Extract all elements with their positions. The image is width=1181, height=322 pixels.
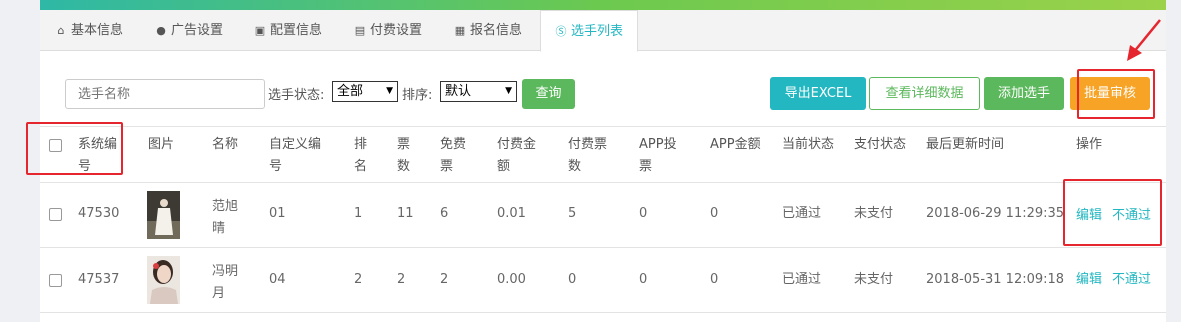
contestant-photo	[147, 191, 180, 239]
status-select[interactable]: 全部 ▼	[332, 81, 398, 102]
annotation-box-batch-review	[1077, 69, 1155, 119]
caret-down-icon: ▼	[386, 86, 393, 96]
row-checkbox[interactable]	[49, 274, 62, 287]
tab-bar: ⌂ 基本信息 ● 广告设置 ▣ 配置信息 ▤ 付费设置 ▦ 报名信息 Ⓢ 选手列表	[40, 10, 1166, 52]
form-icon: ▦	[454, 24, 466, 37]
col-header-rank: 排名	[354, 137, 368, 174]
tab-payment-settings[interactable]: ▤ 付费设置	[354, 10, 422, 50]
add-contestant-button[interactable]: 添加选手	[984, 77, 1064, 110]
save-icon: ▣	[254, 24, 266, 37]
cell-current-status: 已通过	[782, 272, 822, 287]
circle-arrow-icon: ●	[156, 24, 166, 37]
row-divider	[40, 312, 1166, 313]
contestant-photo	[147, 256, 180, 304]
cell-paid-votes: 5	[568, 206, 577, 221]
name-search-field[interactable]	[65, 79, 265, 109]
export-excel-button[interactable]: 导出EXCEL	[770, 77, 866, 110]
row-divider	[40, 247, 1166, 248]
cell-app-amount: 0	[710, 272, 719, 287]
col-header-image: 图片	[148, 137, 175, 152]
cell-app-amount: 0	[710, 206, 719, 221]
cell-id: 47530	[78, 206, 120, 221]
col-header-app-amount: APP金额	[710, 137, 761, 152]
status-label: 选手状态:	[268, 88, 325, 103]
tab-signup-info[interactable]: ▦ 报名信息	[454, 10, 522, 50]
tab-config-info[interactable]: ▣ 配置信息	[254, 10, 322, 50]
cell-paid-amount: 0.01	[497, 206, 526, 221]
query-button[interactable]: 查询	[522, 79, 575, 109]
col-header-current-status: 当前状态	[782, 137, 835, 152]
col-header-name: 名称	[212, 137, 239, 152]
cell-free-votes: 2	[440, 272, 449, 287]
cell-current-status: 已通过	[782, 206, 822, 221]
cell-rank: 2	[354, 272, 363, 287]
skype-icon: Ⓢ	[555, 25, 567, 38]
edit-link[interactable]: 编辑	[1076, 269, 1102, 291]
sort-select-value: 默认	[445, 84, 472, 99]
cell-updated: 2018-06-29 11:29:35	[926, 206, 1065, 221]
name-search-input[interactable]	[66, 80, 264, 108]
cell-votes: 11	[397, 206, 414, 221]
cell-updated: 2018-05-31 12:09:18	[926, 272, 1065, 287]
col-header-free-votes: 免费票	[440, 137, 467, 174]
col-header-paid-votes: 付费票数	[568, 137, 608, 174]
sort-label: 排序:	[402, 88, 433, 103]
sort-select[interactable]: 默认 ▼	[440, 81, 517, 102]
reject-link[interactable]: 不通过	[1112, 269, 1151, 291]
col-header-pay-status: 支付状态	[854, 137, 907, 152]
cell-app-votes: 0	[639, 206, 648, 221]
caret-down-icon: ▼	[505, 86, 512, 96]
tab-label: 报名信息	[470, 23, 523, 38]
cell-custom-no: 01	[269, 206, 286, 221]
cell-id: 47537	[78, 272, 120, 287]
cell-name: 范旭晴	[212, 199, 239, 236]
tab-label: 基本信息	[71, 23, 124, 38]
col-header-actions: 操作	[1076, 137, 1103, 152]
tab-contestant-list[interactable]: Ⓢ 选手列表	[540, 10, 639, 52]
col-header-app-votes: APP投票	[639, 137, 677, 174]
table-top-border	[40, 126, 1166, 127]
cell-paid-amount: 0.00	[497, 272, 526, 287]
cell-app-votes: 0	[639, 272, 648, 287]
tab-basic-info[interactable]: ⌂ 基本信息	[55, 10, 124, 50]
annotation-box-select-all	[26, 122, 123, 175]
cell-custom-no: 04	[269, 272, 286, 287]
annotation-arrow-icon	[1127, 19, 1161, 61]
cell-free-votes: 6	[440, 206, 449, 221]
top-color-bar	[40, 0, 1166, 10]
col-header-updated: 最后更新时间	[926, 137, 1005, 152]
tab-label: 配置信息	[270, 23, 323, 38]
view-details-button[interactable]: 查看详细数据	[869, 77, 980, 110]
annotation-box-row-actions	[1063, 179, 1162, 246]
row-checkbox[interactable]	[49, 208, 62, 221]
tab-label: 选手列表	[571, 24, 624, 39]
col-header-custom-no: 自定义编号	[269, 137, 322, 174]
cell-votes: 2	[397, 272, 406, 287]
tab-label: 付费设置	[370, 23, 423, 38]
col-header-paid-amount: 付费金额	[497, 137, 537, 174]
col-header-votes: 票数	[397, 137, 411, 174]
cell-pay-status: 未支付	[854, 272, 894, 287]
status-select-value: 全部	[337, 84, 364, 99]
document-icon: ▤	[354, 24, 366, 37]
tab-label: 广告设置	[171, 23, 224, 38]
table-header-border	[40, 182, 1166, 183]
cell-paid-votes: 0	[568, 272, 577, 287]
cell-pay-status: 未支付	[854, 206, 894, 221]
cell-rank: 1	[354, 206, 363, 221]
home-icon: ⌂	[57, 24, 65, 37]
cell-name: 冯明月	[212, 264, 239, 301]
tab-ad-settings[interactable]: ● 广告设置	[155, 10, 223, 50]
